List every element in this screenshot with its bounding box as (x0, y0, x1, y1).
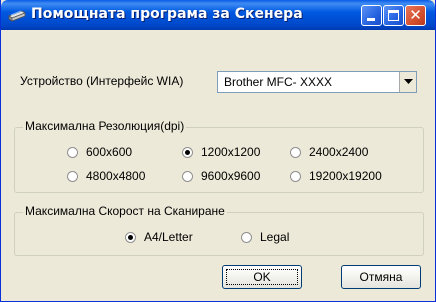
minimize-button[interactable] (361, 5, 382, 26)
radio-button[interactable] (67, 171, 78, 182)
device-label: Устройство (Интерфейс WIA) (20, 74, 184, 88)
focus-rectangle (226, 269, 298, 285)
radio-label: 9600x9600 (201, 169, 261, 183)
radio-label: 2400x2400 (309, 145, 369, 159)
chevron-down-icon (404, 79, 413, 84)
speed-legend: Максимална Скорост на Сканиране (23, 204, 227, 218)
radio-button[interactable] (241, 232, 252, 243)
minimize-icon (367, 18, 375, 21)
radio-label: 4800x4800 (86, 169, 146, 183)
title-bar[interactable]: Помощната програма за Скенера ✕ (1, 0, 435, 30)
scanner-icon (8, 7, 26, 23)
window-title: Помощната програма за Скенера (31, 6, 303, 22)
device-select-value: Brother MFC- XXXX (224, 75, 333, 89)
dropdown-arrow-button[interactable] (399, 72, 416, 92)
cancel-button[interactable]: Отмяна (341, 265, 421, 289)
radio-label: Legal (260, 230, 290, 244)
close-icon: ✕ (409, 6, 422, 24)
radio-button[interactable] (182, 171, 193, 182)
maximize-icon (388, 10, 399, 21)
cancel-button-label: Отмяна (359, 270, 403, 284)
resolution-group (14, 127, 424, 193)
radio-button[interactable] (290, 147, 301, 158)
scanner-utility-dialog: Помощната програма за Скенера ✕ Устройст… (0, 0, 436, 302)
ok-button[interactable]: OK (222, 265, 302, 289)
resolution-legend: Максимална Резолюция(dpi) (23, 119, 187, 133)
radio-button[interactable] (67, 147, 78, 158)
radio-label: A4/Letter (144, 230, 193, 244)
radio-button[interactable] (182, 147, 193, 158)
radio-label: 1200x1200 (201, 145, 261, 159)
radio-label: 19200x19200 (309, 169, 382, 183)
speed-group (14, 212, 424, 256)
close-button[interactable]: ✕ (405, 5, 426, 26)
maximize-button[interactable] (383, 5, 404, 26)
device-select[interactable]: Brother MFC- XXXX (217, 71, 417, 93)
radio-label: 600x600 (86, 145, 133, 159)
radio-button[interactable] (290, 171, 301, 182)
radio-button[interactable] (125, 232, 136, 243)
